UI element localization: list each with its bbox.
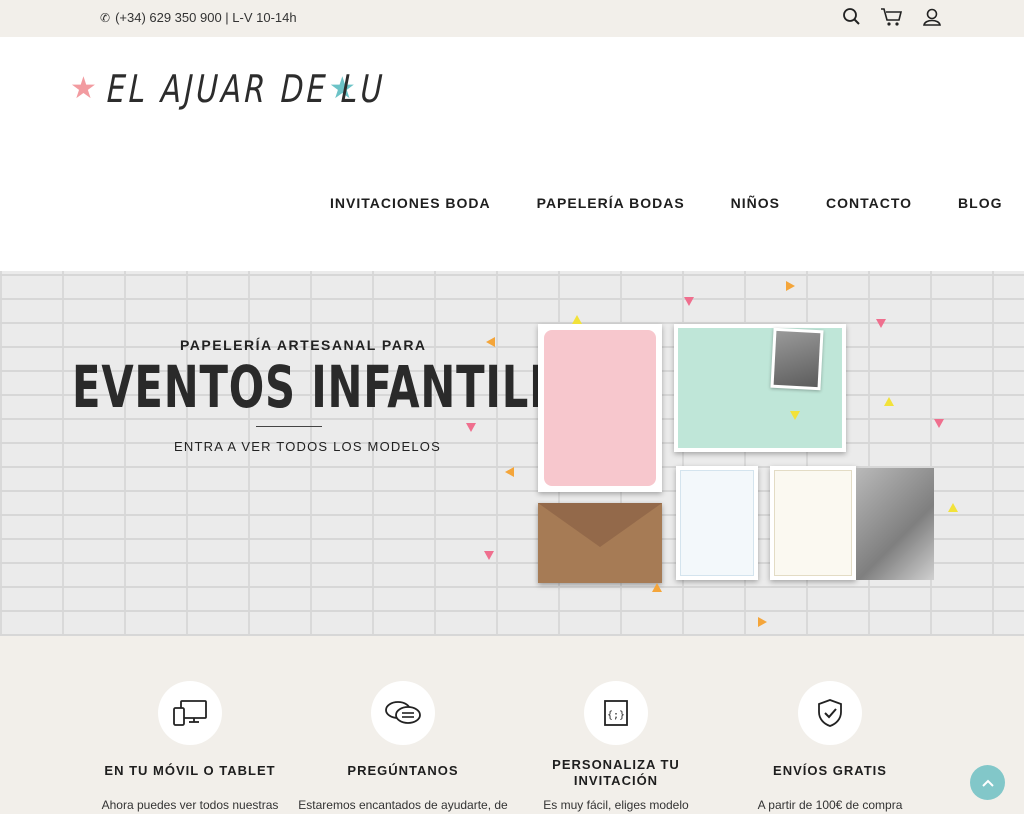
- main-nav: INVITACIONES BODA PAPELERÍA BODAS NIÑOS …: [330, 195, 1003, 211]
- feature-title: PREGÚNTANOS: [347, 763, 459, 778]
- confetti-decoration: [486, 337, 495, 347]
- feature-title: EN TU MÓVIL O TABLET: [104, 763, 276, 778]
- features-section: EN TU MÓVIL O TABLET Ahora puedes ver to…: [0, 636, 1024, 814]
- shield-check-icon: [798, 681, 862, 745]
- hero-divider: [256, 426, 322, 427]
- feature-title: ENVÍOS GRATIS: [773, 763, 887, 778]
- svg-text:{;}: {;}: [607, 710, 625, 721]
- devices-icon: [158, 681, 222, 745]
- hero-banner[interactable]: PAPELERÍA ARTESANAL PARA EVENTOS INFANTI…: [0, 271, 1024, 636]
- nav-item-ninos[interactable]: NIÑOS: [731, 195, 780, 211]
- nav-item-contacto[interactable]: CONTACTO: [826, 195, 912, 211]
- confetti-decoration: [934, 419, 944, 428]
- logo[interactable]: ★ EL AJUAR DE LU ★: [70, 67, 387, 111]
- confetti-decoration: [505, 467, 514, 477]
- code-icon: {;}: [584, 681, 648, 745]
- feature-text: Estaremos encantados de ayudarte, de lun…: [298, 798, 508, 812]
- hero-subtitle: PAPELERÍA ARTESANAL PARA: [180, 337, 427, 353]
- confetti-decoration: [790, 411, 800, 420]
- top-bar: ✆ (+34) 629 350 900 | L-V 10-14h: [0, 0, 1024, 37]
- hero-title: EVENTOS INFANTILES: [72, 353, 590, 421]
- confetti-decoration: [684, 297, 694, 306]
- feature-customize: {;} PERSONALIZA TU INVITACIÓN Es muy fác…: [506, 681, 726, 813]
- feature-text: A partir de 100€ de compra: [757, 798, 903, 812]
- nav-item-blog[interactable]: BLOG: [958, 195, 1002, 211]
- chevron-up-icon: [981, 779, 994, 787]
- nav-item-papeleria-bodas[interactable]: PAPELERÍA BODAS: [537, 195, 685, 211]
- confetti-decoration: [948, 503, 958, 512]
- confetti-decoration: [572, 315, 582, 324]
- confetti-decoration: [758, 617, 767, 627]
- child-photo-image: [770, 327, 824, 391]
- envelope-image: [538, 503, 662, 583]
- hero-link[interactable]: ENTRA A VER TODOS LOS MODELOS: [174, 439, 441, 454]
- invitation-card-image: [538, 324, 662, 492]
- site-header: ★ EL AJUAR DE LU ★ INVITACIONES BODA PAP…: [0, 37, 1024, 271]
- search-icon[interactable]: [842, 7, 862, 27]
- chat-icon: [371, 681, 435, 745]
- feature-mobile: EN TU MÓVIL O TABLET Ahora puedes ver to…: [80, 681, 300, 814]
- baby-photo-image: [856, 468, 934, 580]
- invitation-card-image: [676, 466, 758, 580]
- confetti-decoration: [884, 397, 894, 406]
- feature-ask: PREGÚNTANOS Estaremos encantados de ayud…: [293, 681, 513, 814]
- feature-text: Es muy fácil, eliges modelo: [543, 798, 689, 812]
- invitation-card-image: [770, 466, 856, 580]
- logo-text: EL AJUAR DE LU: [106, 67, 387, 111]
- star-icon: ★: [70, 72, 97, 105]
- feature-shipping: ENVÍOS GRATIS A partir de 100€ de compra: [720, 681, 940, 813]
- phone-contact: ✆ (+34) 629 350 900 | L-V 10-14h: [100, 10, 297, 25]
- confetti-decoration: [876, 319, 886, 328]
- scroll-to-top-button[interactable]: [970, 765, 1005, 800]
- confetti-decoration: [466, 423, 476, 432]
- user-icon[interactable]: [922, 7, 942, 27]
- phone-text: (+34) 629 350 900 | L-V 10-14h: [115, 10, 297, 25]
- feature-text: Ahora puedes ver todos nuestras coleccio…: [101, 798, 279, 812]
- cart-icon[interactable]: [880, 7, 904, 27]
- confetti-decoration: [786, 281, 795, 291]
- confetti-decoration: [652, 583, 662, 592]
- nav-item-invitaciones-boda[interactable]: INVITACIONES BODA: [330, 195, 491, 211]
- phone-icon: ✆: [100, 10, 111, 25]
- feature-title: PERSONALIZA TU INVITACIÓN: [552, 757, 680, 788]
- confetti-decoration: [484, 551, 494, 560]
